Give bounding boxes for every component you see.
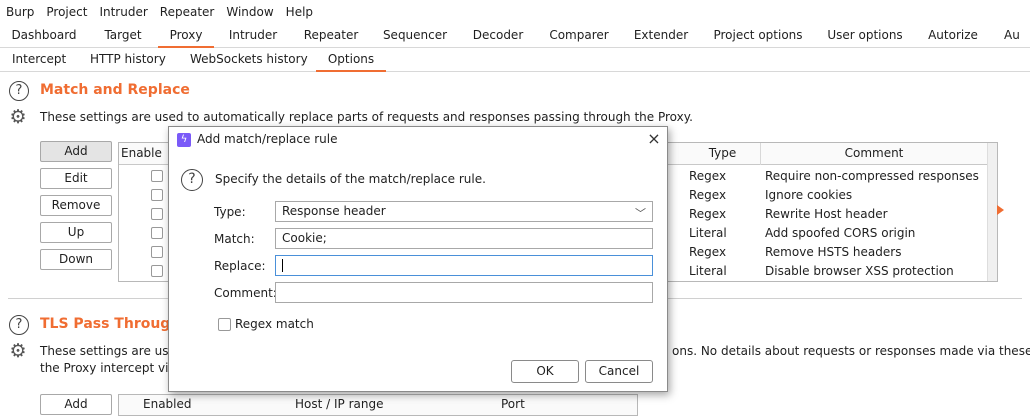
tab-options[interactable]: Options xyxy=(316,48,386,72)
ok-button[interactable]: OK xyxy=(511,360,579,383)
replace-label: Replace: xyxy=(214,259,266,273)
expand-arrow-icon[interactable] xyxy=(997,205,1004,215)
dialog-title: Add match/replace rule xyxy=(197,132,338,146)
section-title-tls: TLS Pass Through xyxy=(40,316,181,332)
enable-checkbox[interactable] xyxy=(151,208,163,220)
row-comment: Ignore cookies xyxy=(765,188,853,202)
help-icon[interactable]: ? xyxy=(9,315,29,335)
tab-project-options[interactable]: Project options xyxy=(706,24,810,48)
row-type: Regex xyxy=(689,245,727,259)
comment-label: Comment: xyxy=(214,286,277,300)
tls-description-right: ons. No details about requests or respon… xyxy=(672,344,1030,358)
menu-window[interactable]: Window xyxy=(220,5,279,19)
section-description: These settings are used to automatically… xyxy=(40,110,693,124)
menu-project[interactable]: Project xyxy=(40,5,93,19)
gear-icon[interactable]: ⚙ xyxy=(8,341,28,361)
tab-autorize[interactable]: Autorize xyxy=(922,24,984,48)
comment-field[interactable] xyxy=(275,282,653,303)
tab-dashboard[interactable]: Dashboard xyxy=(4,24,84,48)
row-comment: Add spoofed CORS origin xyxy=(765,226,916,240)
tab-websockets-history[interactable]: WebSockets history xyxy=(190,48,308,72)
row-type: Regex xyxy=(689,188,727,202)
text-caret xyxy=(282,259,283,272)
tab-http-history[interactable]: HTTP history xyxy=(90,48,166,72)
row-type: Regex xyxy=(689,169,727,183)
tab-repeater[interactable]: Repeater xyxy=(296,24,366,48)
add-rule-dialog: ϟ Add match/replace rule × ? Specify the… xyxy=(168,126,668,392)
tab-intruder[interactable]: Intruder xyxy=(222,24,284,48)
enable-checkbox[interactable] xyxy=(151,170,163,182)
row-type: Regex xyxy=(689,207,727,221)
chevron-down-icon: ﹀ xyxy=(635,207,646,220)
remove-button[interactable]: Remove xyxy=(40,195,112,216)
down-button[interactable]: Down xyxy=(40,249,112,270)
up-button[interactable]: Up xyxy=(40,222,112,243)
row-comment: Disable browser XSS protection xyxy=(765,264,954,278)
match-field[interactable]: Cookie; xyxy=(275,228,653,249)
column-header-enable[interactable]: Enable xyxy=(119,143,169,165)
type-select-value: Response header xyxy=(282,204,386,218)
row-type: Literal xyxy=(689,226,727,240)
tab-truncated[interactable]: Au xyxy=(1004,24,1030,48)
dialog-titlebar[interactable]: ϟ Add match/replace rule × xyxy=(169,127,667,153)
section-title-match-replace: Match and Replace xyxy=(40,82,190,98)
enable-checkbox[interactable] xyxy=(151,265,163,277)
help-icon: ? xyxy=(181,169,203,191)
regex-match-checkbox[interactable] xyxy=(218,318,231,331)
main-tabs: Dashboard Target Proxy Intruder Repeater… xyxy=(0,24,1030,48)
menu-burp[interactable]: Burp xyxy=(0,5,40,19)
type-label: Type: xyxy=(214,205,246,219)
replace-field[interactable] xyxy=(275,255,653,276)
menu-bar: Burp Project Intruder Repeater Window He… xyxy=(0,0,1030,24)
column-header-type[interactable]: Type xyxy=(685,143,761,165)
tls-table-header: Enabled Host / IP range Port xyxy=(118,394,638,416)
row-comment: Require non-compressed responses xyxy=(765,169,979,183)
tls-description-left: These settings are used xyxy=(40,344,184,358)
dialog-prompt: Specify the details of the match/replace… xyxy=(215,172,486,186)
tab-decoder[interactable]: Decoder xyxy=(466,24,530,48)
match-label: Match: xyxy=(214,232,255,246)
table-scrollbar[interactable] xyxy=(987,143,997,281)
column-header-host[interactable]: Host / IP range xyxy=(295,397,383,411)
help-icon[interactable]: ? xyxy=(9,81,29,101)
tab-intercept[interactable]: Intercept xyxy=(12,48,66,72)
menu-help[interactable]: Help xyxy=(280,5,319,19)
tab-sequencer[interactable]: Sequencer xyxy=(378,24,452,48)
tab-target[interactable]: Target xyxy=(92,24,154,48)
tls-add-button[interactable]: Add xyxy=(40,394,112,415)
enable-checkbox[interactable] xyxy=(151,189,163,201)
edit-button[interactable]: Edit xyxy=(40,168,112,189)
type-select[interactable]: Response header ﹀ xyxy=(275,201,653,222)
burp-app-icon: ϟ xyxy=(177,133,191,147)
close-icon[interactable]: × xyxy=(645,129,663,149)
tab-user-options[interactable]: User options xyxy=(822,24,908,48)
menu-intruder[interactable]: Intruder xyxy=(93,5,153,19)
proxy-tabs: Intercept HTTP history WebSockets histor… xyxy=(0,48,1030,72)
row-comment: Remove HSTS headers xyxy=(765,245,902,259)
tab-comparer[interactable]: Comparer xyxy=(544,24,614,48)
enable-checkbox[interactable] xyxy=(151,246,163,258)
column-header-port[interactable]: Port xyxy=(501,397,525,411)
regex-match-label[interactable]: Regex match xyxy=(235,317,314,331)
tls-description-line2: the Proxy intercept view xyxy=(40,361,186,375)
enable-checkbox[interactable] xyxy=(151,227,163,239)
column-header-comment[interactable]: Comment xyxy=(761,143,987,165)
menu-repeater[interactable]: Repeater xyxy=(154,5,221,19)
tab-extender[interactable]: Extender xyxy=(628,24,694,48)
column-header-enabled[interactable]: Enabled xyxy=(143,397,192,411)
row-comment: Rewrite Host header xyxy=(765,207,888,221)
tab-proxy[interactable]: Proxy xyxy=(158,24,214,48)
gear-icon[interactable]: ⚙ xyxy=(8,107,28,127)
row-type: Literal xyxy=(689,264,727,278)
add-button[interactable]: Add xyxy=(40,141,112,162)
cancel-button[interactable]: Cancel xyxy=(585,360,653,383)
